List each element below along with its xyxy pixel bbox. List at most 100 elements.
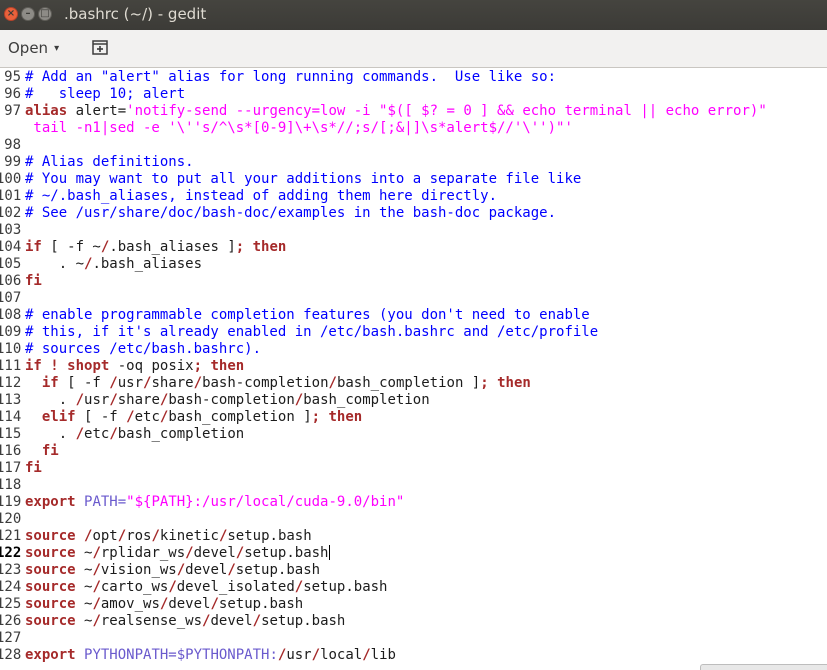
code-line[interactable]: 107 <box>0 290 827 307</box>
window-maximize-button[interactable]: □ <box>38 7 52 21</box>
code-token: devel <box>185 562 228 578</box>
code-token: alert= <box>67 103 127 119</box>
code-line[interactable]: 121 source /opt/ros/kinetic/setup.bash <box>0 528 827 545</box>
code-token: / <box>126 409 135 425</box>
code-line[interactable]: 100 # You may want to put all your additi… <box>0 171 827 188</box>
code-token: bash_completion ] <box>336 375 481 391</box>
code-line[interactable]: 105 . ~/.bash_aliases <box>0 256 827 273</box>
code-token: [ -f <box>58 375 110 391</box>
code-token: / <box>92 545 101 561</box>
code-text: # See /usr/share/doc/bash-doc/examples i… <box>25 205 556 222</box>
line-number: 103 <box>0 222 21 238</box>
code-line[interactable]: tail -n1|sed -e '\''s/^\s*[0-9]\+\s*//;s… <box>0 120 827 137</box>
code-text: # You may want to put all your additions… <box>25 171 581 188</box>
horizontal-scrollbar[interactable] <box>700 664 827 670</box>
text-editor-area[interactable]: 95 # Add an "alert" alias for long runnin… <box>0 68 827 670</box>
code-line[interactable]: 97 alias alert='notify-send --urgency=low… <box>0 103 827 120</box>
code-line[interactable]: 104 if [ -f ~/.bash_aliases ]; then <box>0 239 827 256</box>
code-line[interactable]: 115 . /etc/bash_completion <box>0 426 827 443</box>
code-token: source <box>25 596 76 612</box>
code-token: etc <box>84 426 110 442</box>
code-token: ~ <box>75 579 93 595</box>
code-line[interactable]: 113 . /usr/share/bash-completion/bash_co… <box>0 392 827 409</box>
code-line[interactable]: 111 if ! shopt -oq posix; then <box>0 358 827 375</box>
code-line[interactable]: 119 export PATH="${PATH}:/usr/local/cuda-… <box>0 494 827 511</box>
code-line[interactable]: 120 <box>0 511 827 528</box>
line-number: 98 <box>4 137 21 153</box>
code-token: ; <box>193 358 203 374</box>
code-line[interactable]: 122 source ~/rplidar_ws/devel/setup.bash <box>0 545 827 562</box>
code-line[interactable]: 112 if [ -f /usr/share/bash-completion/b… <box>0 375 827 392</box>
code-token: ~ <box>75 613 93 629</box>
code-token: / <box>227 562 236 578</box>
code-token: # Alias definitions. <box>25 154 194 170</box>
code-line[interactable]: 99 # Alias definitions. <box>0 154 827 171</box>
code-line[interactable]: 96 # sleep 10; alert <box>0 86 827 103</box>
code-token: 'notify-send --urgency=low -i "$([ $? = … <box>126 103 767 119</box>
code-text: # sources /etc/bash.bashrc). <box>25 341 261 358</box>
code-text: fi <box>25 273 42 290</box>
code-token: carto_ws <box>100 579 169 595</box>
code-token: ros <box>126 528 152 544</box>
code-token: / <box>185 545 194 561</box>
code-token: / <box>92 579 101 595</box>
code-text: # this, if it's already enabled in /etc/… <box>25 324 598 341</box>
code-line[interactable]: 106 fi <box>0 273 827 290</box>
code-line[interactable]: 124 source ~/carto_ws/devel_isolated/setu… <box>0 579 827 596</box>
code-token: ! <box>50 358 59 374</box>
new-document-button[interactable] <box>88 36 112 60</box>
text-cursor <box>328 545 330 560</box>
code-token: usr <box>84 392 110 408</box>
code-text: if ! shopt -oq posix; then <box>25 358 244 375</box>
code-token: source <box>25 613 76 629</box>
code-line[interactable]: 109 # this, if it's already enabled in /e… <box>0 324 827 341</box>
line-number: 114 <box>0 409 21 425</box>
code-line[interactable]: 118 <box>0 477 827 494</box>
code-text: . ~/.bash_aliases <box>25 256 202 273</box>
code-text: alias alert='notify-send --urgency=low -… <box>25 103 767 120</box>
code-token: setup.bash <box>261 613 346 629</box>
code-line[interactable]: 95 # Add an "alert" alias for long runnin… <box>0 69 827 86</box>
code-line[interactable]: 127 <box>0 630 827 647</box>
code-token: ~ <box>75 562 93 578</box>
code-text: # enable programmable completion feature… <box>25 307 590 324</box>
window-minimize-button[interactable]: – <box>21 7 35 21</box>
code-line[interactable]: 98 <box>0 137 827 154</box>
code-line[interactable]: 110 # sources /etc/bash.bashrc). <box>0 341 827 358</box>
code-line[interactable]: 125 source ~/amov_ws/devel/setup.bash <box>0 596 827 613</box>
code-line[interactable]: 116 fi <box>0 443 827 460</box>
code-line[interactable]: 128 export PYTHONPATH=$PYTHONPATH:/usr/lo… <box>0 647 827 664</box>
code-line[interactable]: 101 # ~/.bash_aliases, instead of adding … <box>0 188 827 205</box>
code-line[interactable]: 126 source ~/realsense_ws/devel/setup.bas… <box>0 613 827 630</box>
code-token: / <box>109 426 118 442</box>
code-token: lib <box>370 647 396 663</box>
code-line[interactable]: 108 # enable programmable completion feat… <box>0 307 827 324</box>
code-token: / <box>294 579 304 595</box>
code-token: local <box>320 647 363 663</box>
code-token: fi <box>41 443 59 459</box>
code-token: # this, if it's already enabled in /etc/… <box>25 324 599 340</box>
line-number: 100 <box>0 171 21 187</box>
code-token: setup.bash <box>244 545 329 561</box>
code-line[interactable]: 114 elif [ -f /etc/bash_completion ]; th… <box>0 409 827 426</box>
code-token: rplidar_ws <box>100 545 186 561</box>
code-line[interactable]: 117 fi <box>0 460 827 477</box>
line-number: 123 <box>0 562 21 578</box>
code-token: ~ <box>75 545 93 561</box>
code-token: alias <box>25 103 68 119</box>
code-token: vision_ws <box>100 562 177 578</box>
code-line[interactable]: 103 <box>0 222 827 239</box>
code-token: ~ <box>75 596 93 612</box>
code-line[interactable]: 123 source ~/vision_ws/devel/setup.bash <box>0 562 827 579</box>
code-line[interactable]: 102 # See /usr/share/doc/bash-doc/example… <box>0 205 827 222</box>
code-text: elif [ -f /etc/bash_completion ]; then <box>25 409 362 426</box>
code-token: [ -f <box>75 409 127 425</box>
code-token: / <box>311 647 321 663</box>
line-number: 120 <box>0 511 21 527</box>
open-button[interactable]: Open ▾ <box>0 33 72 63</box>
code-token: / <box>92 596 101 612</box>
line-number: 112 <box>0 375 21 391</box>
window-close-button[interactable]: × <box>4 7 18 21</box>
